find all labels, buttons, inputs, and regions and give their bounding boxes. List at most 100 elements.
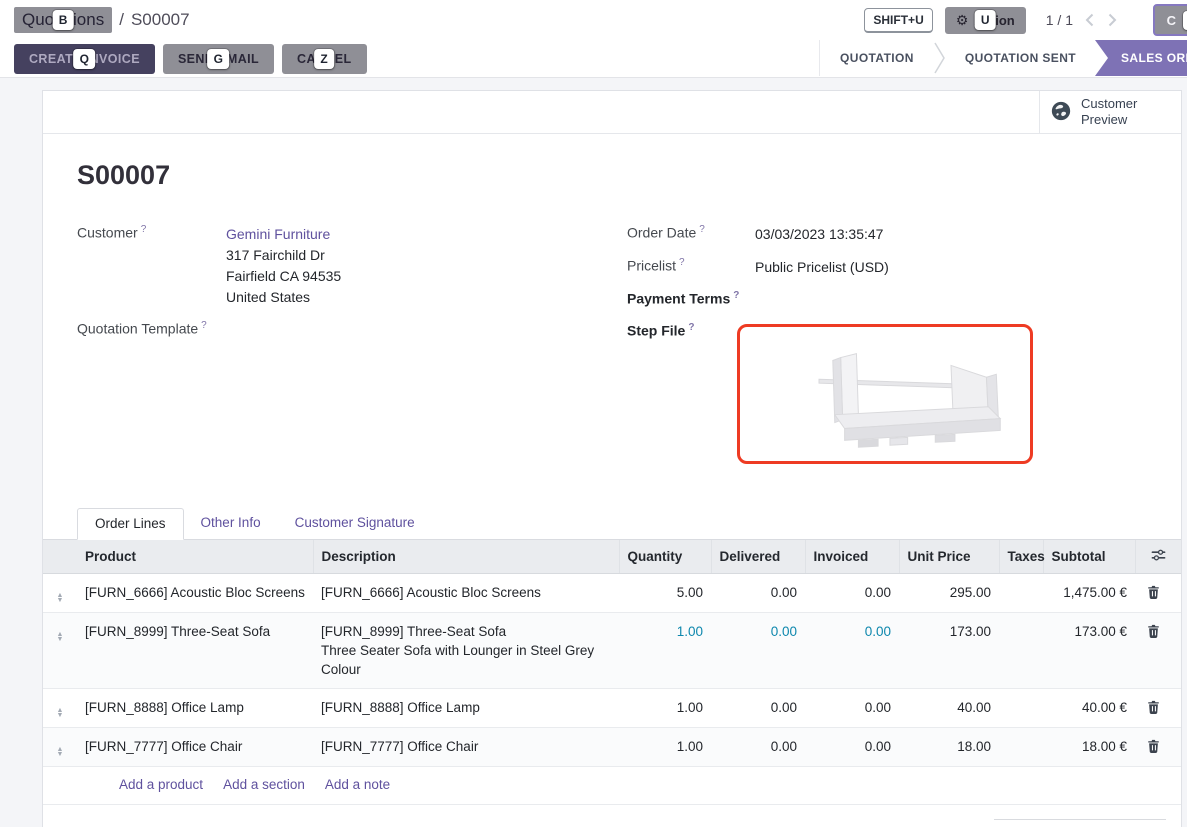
cell-product[interactable]: [FURN_8999] Three-Seat Sofa xyxy=(77,613,313,689)
drag-handle-icon[interactable]: ▲▼ xyxy=(43,689,77,728)
pager-next-icon[interactable] xyxy=(1108,13,1117,27)
column-header-description[interactable]: Description xyxy=(313,540,619,574)
drag-handle-icon[interactable]: ▲▼ xyxy=(43,728,77,767)
breadcrumb-record: S00007 xyxy=(131,10,190,30)
action-buttons-row: CREATE INVOICE Q SEND EMAIL G CANCEL Z Q… xyxy=(0,40,1187,77)
cell-quantity[interactable]: 1.00 xyxy=(619,689,711,728)
add-a-note-link[interactable]: Add a note xyxy=(325,777,390,792)
cell-delivered[interactable]: 0.00 xyxy=(711,728,805,767)
column-header-invoiced[interactable]: Invoiced xyxy=(805,540,899,574)
cell-delivered[interactable]: 0.00 xyxy=(711,613,805,689)
customer-preview-label: Customer Preview xyxy=(1081,96,1137,128)
cell-quantity[interactable]: 1.00 xyxy=(619,613,711,689)
delete-line-button[interactable] xyxy=(1143,739,1160,756)
column-header-unit-price[interactable]: Unit Price xyxy=(899,540,999,574)
pager-prev-icon[interactable] xyxy=(1085,13,1094,27)
create-button[interactable]: C xyxy=(1153,4,1187,36)
keyboard-hint-badge: G xyxy=(208,49,230,69)
column-header-handle xyxy=(43,540,77,574)
order-date-label: Order Date? xyxy=(627,224,755,245)
delete-line-button[interactable] xyxy=(1143,700,1160,717)
cell-unit-price[interactable]: 295.00 xyxy=(899,574,999,613)
order-line-row[interactable]: ▲▼[FURN_8888] Office Lamp[FURN_8888] Off… xyxy=(43,689,1181,728)
cell-product[interactable]: [FURN_6666] Acoustic Bloc Screens xyxy=(77,574,313,613)
help-icon: ? xyxy=(679,257,685,268)
cell-description[interactable]: [FURN_6666] Acoustic Bloc Screens xyxy=(313,574,619,613)
add-a-section-link[interactable]: Add a section xyxy=(223,777,305,792)
tab-order-lines[interactable]: Order Lines xyxy=(77,508,184,540)
step-file-image[interactable] xyxy=(737,324,1033,464)
order-date-value[interactable]: 03/03/2023 13:35:47 xyxy=(755,224,883,245)
cell-invoiced[interactable]: 0.00 xyxy=(805,613,899,689)
help-icon: ? xyxy=(688,322,694,333)
tab-customer-signature[interactable]: Customer Signature xyxy=(278,508,432,539)
cell-subtotal: 18.00 € xyxy=(1043,728,1135,767)
cell-quantity[interactable]: 5.00 xyxy=(619,574,711,613)
order-line-row[interactable]: ▲▼[FURN_8999] Three-Seat Sofa[FURN_8999]… xyxy=(43,613,1181,689)
order-line-row[interactable]: ▲▼[FURN_6666] Acoustic Bloc Screens[FURN… xyxy=(43,574,1181,613)
payment-terms-field-row: Payment Terms? xyxy=(627,290,1147,310)
pricelist-value[interactable]: Public Pricelist (USD) xyxy=(755,257,889,278)
cell-taxes[interactable] xyxy=(999,574,1043,613)
cell-product[interactable]: [FURN_8888] Office Lamp xyxy=(77,689,313,728)
keyboard-hint-badge: U xyxy=(975,10,996,30)
breadcrumb-row: Quotations B / S00007 SHIFT+U ⚙ Action U… xyxy=(0,0,1187,40)
column-header-taxes[interactable]: Taxes xyxy=(999,540,1043,574)
cell-quantity[interactable]: 1.00 xyxy=(619,728,711,767)
field-column-right: Order Date? 03/03/2023 13:35:47 Pricelis… xyxy=(612,224,1147,476)
3d-part-render xyxy=(741,328,1029,460)
action-menu-button[interactable]: ⚙ Action U xyxy=(945,7,1026,34)
cell-invoiced[interactable]: 0.00 xyxy=(805,689,899,728)
status-step-quotation-sent[interactable]: QUOTATION SENT xyxy=(945,40,1096,76)
column-header-subtotal[interactable]: Subtotal xyxy=(1043,540,1135,574)
cell-unit-price[interactable]: 18.00 xyxy=(899,728,999,767)
cell-unit-price[interactable]: 173.00 xyxy=(899,613,999,689)
breadcrumb-quotations[interactable]: Quotations B xyxy=(14,7,112,33)
status-step-sales-order[interactable]: SALES ORDER xyxy=(1095,40,1187,76)
cell-invoiced[interactable]: 0.00 xyxy=(805,728,899,767)
terms-placeholder[interactable]: Terms and conditions... xyxy=(77,819,221,827)
drag-handle-icon[interactable]: ▲▼ xyxy=(43,613,77,689)
cancel-button[interactable]: CANCEL Z xyxy=(282,44,366,74)
order-lines-table: ProductDescriptionQuantityDeliveredInvoi… xyxy=(43,540,1181,767)
topbar-right: SHIFT+U ⚙ Action U 1 / 1 xyxy=(864,7,1151,34)
payment-terms-label: Payment Terms? xyxy=(627,290,755,310)
screen: Quotations B / S00007 SHIFT+U ⚙ Action U… xyxy=(0,0,1187,827)
sheet-topbar: Customer Preview xyxy=(43,91,1181,134)
delete-line-button[interactable] xyxy=(1143,624,1160,641)
cell-actions xyxy=(1135,728,1181,767)
quotation-template-input[interactable] xyxy=(226,320,426,340)
cell-delivered[interactable]: 0.00 xyxy=(711,574,805,613)
add-a-product-link[interactable]: Add a product xyxy=(119,777,203,792)
column-header-product[interactable]: Product xyxy=(77,540,313,574)
customer-link[interactable]: Gemini Furniture xyxy=(226,226,330,242)
order-line-row[interactable]: ▲▼[FURN_7777] Office Chair[FURN_7777] Of… xyxy=(43,728,1181,767)
customer-preview-button[interactable]: Customer Preview xyxy=(1039,91,1181,133)
cell-delivered[interactable]: 0.00 xyxy=(711,689,805,728)
cell-unit-price[interactable]: 40.00 xyxy=(899,689,999,728)
create-invoice-button[interactable]: CREATE INVOICE Q xyxy=(14,44,155,74)
payment-terms-input[interactable] xyxy=(755,290,955,310)
status-step-quotation[interactable]: QUOTATION xyxy=(820,40,934,76)
cell-description[interactable]: [FURN_7777] Office Chair xyxy=(313,728,619,767)
column-header-delivered[interactable]: Delivered xyxy=(711,540,805,574)
total-block: Total: 1,706.00 € xyxy=(994,819,1166,827)
cell-product[interactable]: [FURN_7777] Office Chair xyxy=(77,728,313,767)
keyboard-hint-badge: Z xyxy=(314,49,334,69)
cell-invoiced[interactable]: 0.00 xyxy=(805,574,899,613)
column-header-quantity[interactable]: Quantity xyxy=(619,540,711,574)
optional-columns-icon[interactable] xyxy=(1135,540,1181,574)
chevron-right-icon xyxy=(934,40,945,76)
drag-handle-icon[interactable]: ▲▼ xyxy=(43,574,77,613)
trash-icon xyxy=(1147,739,1160,756)
cell-description[interactable]: [FURN_8888] Office Lamp xyxy=(313,689,619,728)
cell-taxes[interactable] xyxy=(999,728,1043,767)
cell-subtotal: 173.00 € xyxy=(1043,613,1135,689)
cell-taxes[interactable] xyxy=(999,613,1043,689)
tab-other-info[interactable]: Other Info xyxy=(184,508,278,539)
cell-description[interactable]: [FURN_8999] Three-Seat SofaThree Seater … xyxy=(313,613,619,689)
customer-field-row: Customer? Gemini Furniture 317 Fairchild… xyxy=(77,224,612,308)
cell-taxes[interactable] xyxy=(999,689,1043,728)
delete-line-button[interactable] xyxy=(1143,585,1160,602)
send-email-button[interactable]: SEND EMAIL G xyxy=(163,44,274,74)
